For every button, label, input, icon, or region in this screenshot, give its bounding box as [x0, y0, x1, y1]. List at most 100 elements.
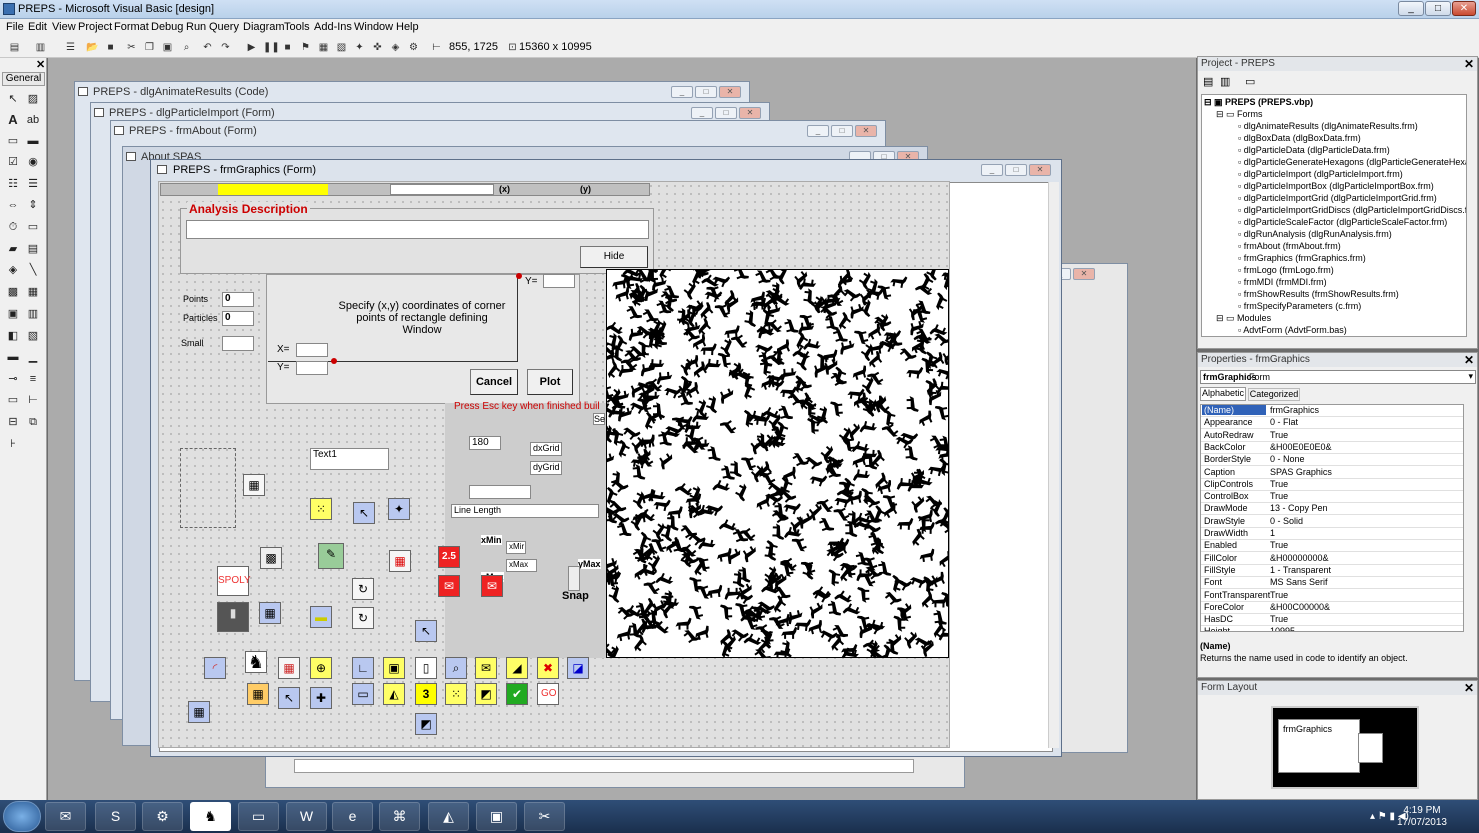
- shape-edit-icon[interactable]: ◩: [415, 713, 437, 735]
- object-browser-icon[interactable]: ✦: [353, 41, 366, 54]
- property-row[interactable]: FontTransparent True: [1201, 590, 1463, 602]
- property-row[interactable]: FillColor &H00000000&: [1201, 553, 1463, 565]
- save-icon[interactable]: ■: [104, 41, 117, 54]
- property-value[interactable]: True: [1270, 479, 1288, 489]
- tree-item[interactable]: ▫ frmGraphics (frmGraphics.frm): [1238, 253, 1366, 263]
- property-row[interactable]: DrawWidth 1: [1201, 528, 1463, 540]
- ole-icon[interactable]: ▣: [5, 306, 21, 322]
- tree-item[interactable]: ▫ frmSpecifyParameters (c.frm): [1238, 301, 1361, 311]
- menu-project[interactable]: Project: [78, 21, 112, 33]
- property-row[interactable]: ControlBox True: [1201, 491, 1463, 504]
- menu-diagram[interactable]: Diagram: [243, 21, 285, 33]
- toolbar-control-icon[interactable]: ▧: [25, 328, 41, 344]
- close-button[interactable]: ✕: [1452, 1, 1476, 16]
- menu-editor-icon[interactable]: ☰: [64, 41, 77, 54]
- project-explorer-icon[interactable]: ⚑: [299, 41, 312, 54]
- property-value[interactable]: True: [1270, 430, 1288, 440]
- break-icon[interactable]: ❚❚: [263, 41, 280, 54]
- ruler-icon[interactable]: ▬: [310, 606, 332, 628]
- property-value[interactable]: 1: [1270, 528, 1275, 538]
- tree-item[interactable]: ▫ dlgParticleImport (dlgParticleImport.f…: [1238, 169, 1403, 179]
- object-dropdown[interactable]: frmGraphics Form ▾: [1200, 370, 1476, 384]
- property-row[interactable]: Caption SPAS Graphics: [1201, 467, 1463, 479]
- dots-grid-icon[interactable]: ⁙: [445, 683, 467, 705]
- rotate-icon-1[interactable]: ↻: [352, 578, 374, 600]
- copy-icon[interactable]: ❐: [143, 41, 156, 54]
- move-box-icon[interactable]: ◩: [475, 683, 497, 705]
- statusbar-icon[interactable]: ▬: [5, 349, 21, 365]
- toolbox-close-icon[interactable]: ✕: [36, 58, 45, 71]
- property-value[interactable]: 10995: [1270, 626, 1295, 631]
- menu-file[interactable]: File: [6, 21, 24, 33]
- spoly-icon[interactable]: SPOLY: [217, 566, 251, 596]
- properties-close-icon[interactable]: ✕: [1464, 353, 1474, 367]
- imagelist-icon[interactable]: ≡: [25, 371, 41, 387]
- property-value[interactable]: True: [1270, 540, 1288, 550]
- zoom-icon[interactable]: ⌕: [445, 657, 467, 679]
- delete-icon[interactable]: ✖: [537, 657, 559, 679]
- horizontal-scrollbar[interactable]: [294, 759, 914, 773]
- pattern-icon[interactable]: ▩: [260, 547, 282, 569]
- menu-format[interactable]: Format: [114, 21, 149, 33]
- y-input-2[interactable]: [543, 274, 575, 288]
- eraser-icon[interactable]: ▭: [352, 683, 374, 705]
- blank-input[interactable]: [469, 485, 531, 499]
- property-row[interactable]: AutoRedraw True: [1201, 430, 1463, 442]
- plot-button[interactable]: Plot: [527, 369, 573, 395]
- property-value[interactable]: 0 - Flat: [1270, 417, 1298, 427]
- stop-icon[interactable]: ■: [281, 41, 294, 54]
- outlook-icon[interactable]: ✉: [45, 802, 86, 831]
- start-button[interactable]: [3, 801, 41, 832]
- hide-button[interactable]: Hide: [580, 246, 648, 268]
- commandbutton-icon[interactable]: ▬: [25, 133, 41, 149]
- shape-icon[interactable]: ◈: [5, 262, 21, 278]
- properties-window-icon[interactable]: ▦: [317, 41, 330, 54]
- cut-icon[interactable]: ✂: [125, 41, 138, 54]
- forms-folder[interactable]: ⊟ ▭ Forms: [1216, 109, 1263, 120]
- property-row[interactable]: Appearance 0 - Flat: [1201, 417, 1463, 430]
- property-value[interactable]: MS Sans Serif: [1270, 577, 1328, 587]
- picturebox-icon[interactable]: ▨: [25, 91, 41, 107]
- particles-value[interactable]: 0: [222, 311, 254, 326]
- add-project-icon[interactable]: ▤: [8, 41, 21, 54]
- add-point-icon[interactable]: ⊕: [310, 657, 332, 679]
- red-mail-icon-2[interactable]: ✉: [481, 575, 503, 597]
- ie-icon[interactable]: e: [332, 802, 373, 831]
- property-row[interactable]: HasDC True: [1201, 614, 1463, 627]
- slider-icon[interactable]: ⊸: [5, 371, 21, 387]
- slope-icon[interactable]: ◢: [506, 657, 528, 679]
- fill-box-icon[interactable]: ◪: [567, 657, 589, 679]
- tree-item[interactable]: ▫ dlgAnimateResults (dlgAnimateResults.f…: [1238, 121, 1418, 131]
- menu-tools[interactable]: Tools: [284, 21, 310, 33]
- clock[interactable]: 4:19 PM 17/07/2013: [1397, 805, 1447, 829]
- property-row[interactable]: Font MS Sans Serif: [1201, 577, 1463, 590]
- run-icon[interactable]: ▶: [245, 41, 258, 54]
- window-buttons[interactable]: _ □ ✕: [805, 124, 879, 137]
- menu-debug[interactable]: Debug: [151, 21, 183, 33]
- tree-item[interactable]: ▫ dlgParticleImportBox (dlgParticleImpor…: [1238, 181, 1434, 191]
- property-value[interactable]: True: [1270, 491, 1288, 501]
- data-view-icon[interactable]: ◈: [389, 41, 402, 54]
- y-input[interactable]: [296, 361, 328, 375]
- property-row[interactable]: ClipControls True: [1201, 479, 1463, 491]
- maximize-button[interactable]: □: [1425, 1, 1451, 16]
- cursor-select-icon[interactable]: ↖: [415, 620, 437, 642]
- dirlistbox-icon[interactable]: ▰: [5, 241, 21, 257]
- select-arrow-icon[interactable]: ↖: [353, 502, 375, 524]
- tree-item[interactable]: ▫ frmLogo (frmLogo.frm): [1238, 265, 1334, 275]
- commondialog-icon[interactable]: ▦: [243, 474, 265, 496]
- property-value[interactable]: True: [1270, 614, 1288, 624]
- tree-item[interactable]: ▫ dlgParticleImportGrid (dlgParticleImpo…: [1238, 193, 1437, 203]
- pointer-tool-icon[interactable]: ↖: [278, 687, 300, 709]
- horse-app-icon[interactable]: ♞: [190, 802, 231, 831]
- data-icon[interactable]: ▦: [25, 284, 41, 300]
- grid-dots-icon[interactable]: ⁙: [310, 498, 332, 520]
- minimize-button[interactable]: _: [1398, 1, 1424, 16]
- menu-window[interactable]: Window: [354, 21, 393, 33]
- tabstrip-icon[interactable]: ⊟: [5, 414, 21, 430]
- listbox-icon[interactable]: ☰: [25, 176, 41, 192]
- window-buttons[interactable]: _ □ ✕: [689, 106, 763, 119]
- tree-item[interactable]: ▫ frmAbout (frmAbout.frm): [1238, 241, 1341, 251]
- property-value[interactable]: &H00000000&: [1270, 553, 1329, 563]
- listview-icon[interactable]: ▭: [5, 392, 21, 408]
